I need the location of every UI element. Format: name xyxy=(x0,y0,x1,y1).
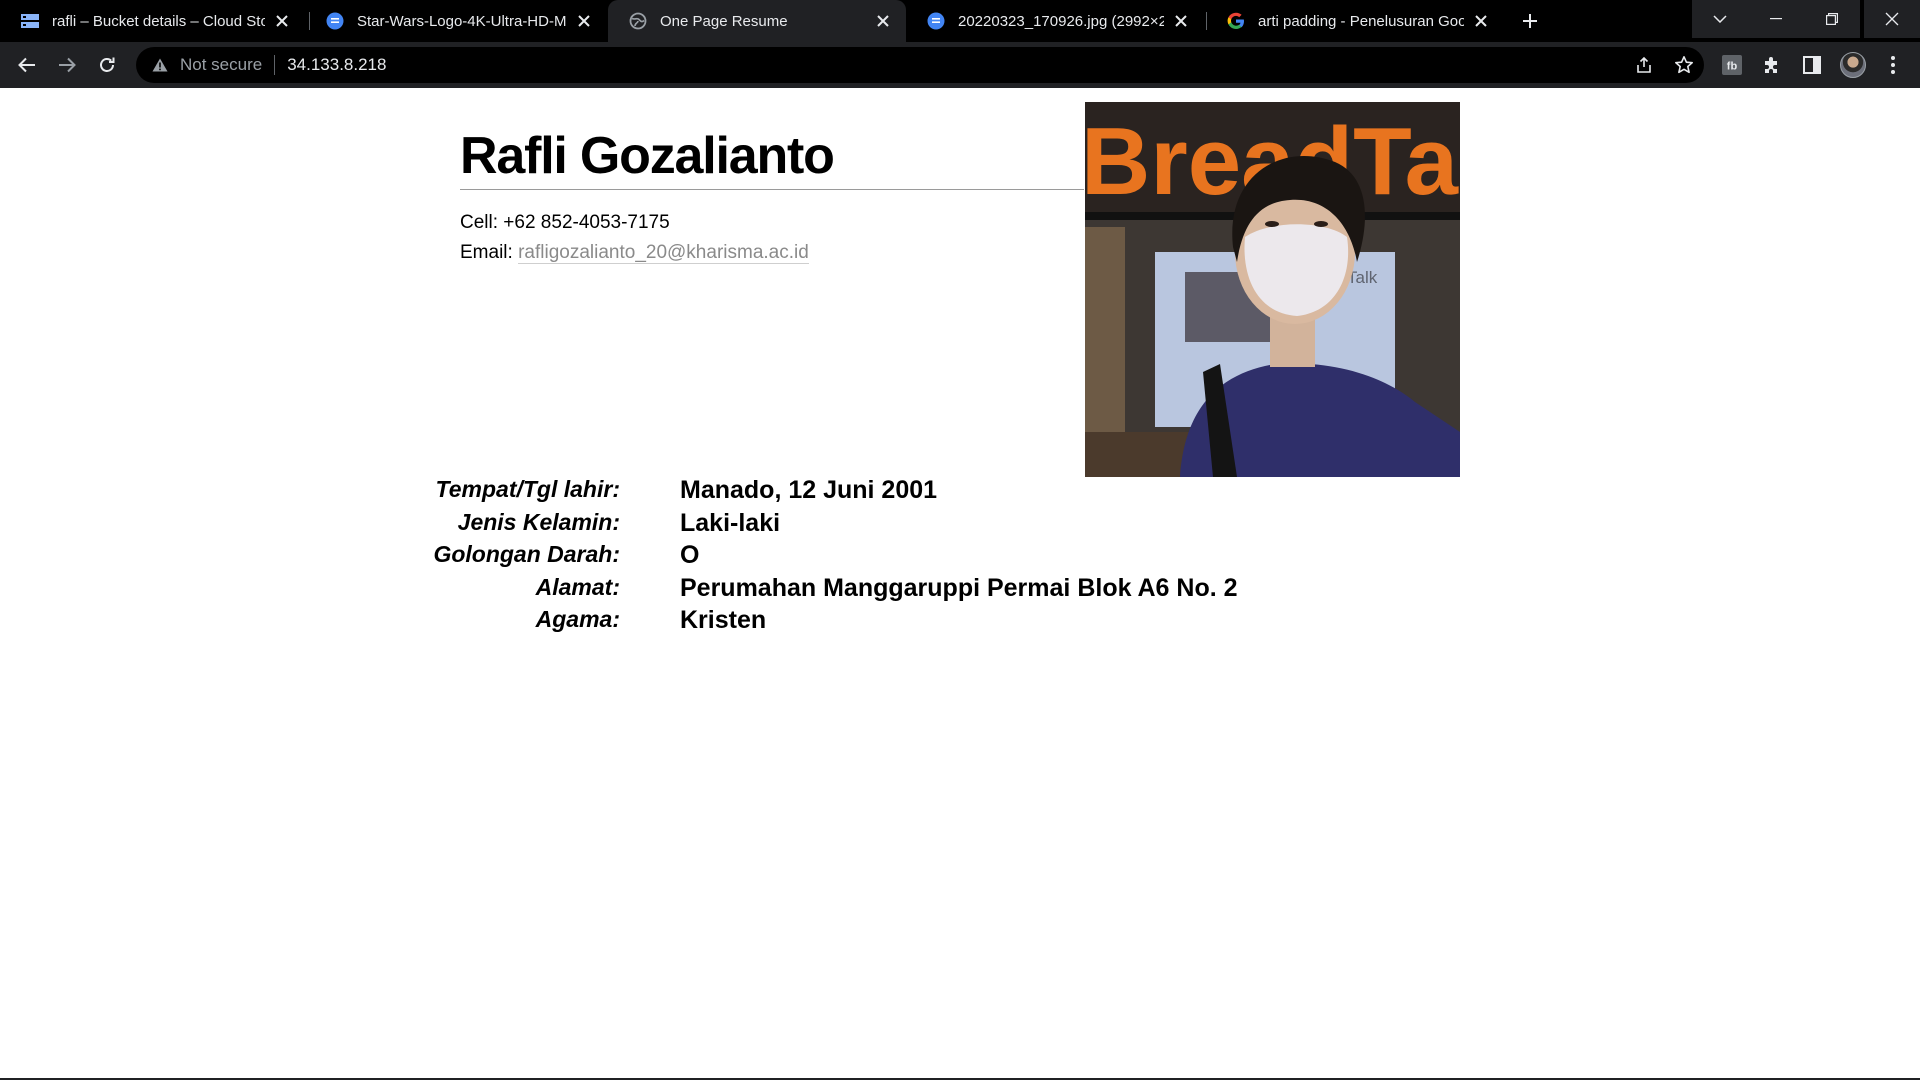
bookmark-star-icon[interactable] xyxy=(1664,47,1704,83)
restore-button[interactable] xyxy=(1804,0,1860,38)
tab-title: rafli – Bucket details – Cloud Stor xyxy=(52,12,265,30)
reload-button[interactable] xyxy=(92,50,122,80)
profile-photo: BreadTa Talk xyxy=(1085,102,1460,477)
plus-icon xyxy=(1523,14,1537,28)
omnibox-actions xyxy=(1624,47,1704,83)
security-status[interactable]: Not secure xyxy=(180,55,262,75)
minimize-icon xyxy=(1770,18,1782,20)
detail-label: Alamat: xyxy=(535,573,620,600)
close-tab-icon[interactable] xyxy=(271,10,293,32)
resume-page: Rafli Gozalianto Cell: +62 852-4053-7175… xyxy=(0,88,1920,1080)
arrow-right-icon xyxy=(59,57,76,73)
new-tab-button[interactable] xyxy=(1515,6,1545,36)
detail-label: Tempat/Tgl lahir: xyxy=(435,476,620,502)
close-tab-icon[interactable] xyxy=(1170,10,1192,32)
close-window-button[interactable] xyxy=(1864,0,1920,38)
close-tab-icon[interactable] xyxy=(872,10,894,32)
arrow-left-icon xyxy=(18,57,35,73)
cloud-storage-icon xyxy=(20,11,40,31)
detail-value: O xyxy=(680,541,700,569)
detail-value: Perumahan Manggaruppi Permai Blok A6 No.… xyxy=(680,573,1238,602)
title-divider xyxy=(460,189,1084,190)
browser-toolbar: Not secure 34.133.8.218 fb xyxy=(0,42,1920,88)
contact-email: Email: rafligozalianto_20@kharisma.ac.id xyxy=(460,242,809,264)
tab-title: 20220323_170926.jpg (2992×299 xyxy=(958,12,1164,30)
tab-cloud-storage[interactable]: rafli – Bucket details – Cloud Stor xyxy=(0,0,305,42)
tab-one-page-resume[interactable]: One Page Resume xyxy=(608,0,906,42)
close-icon xyxy=(1885,12,1899,26)
chevron-down-icon xyxy=(1713,15,1727,23)
close-tab-icon[interactable] xyxy=(573,10,595,32)
address-divider xyxy=(274,55,276,75)
reload-icon xyxy=(100,57,115,72)
url-text[interactable]: 34.133.8.218 xyxy=(287,55,386,75)
svg-text:fb: fb xyxy=(1727,61,1738,73)
email-link[interactable]: rafligozalianto_20@kharisma.ac.id xyxy=(518,242,809,264)
tab-title: arti padding - Penelusuran Googl xyxy=(1258,12,1464,30)
detail-value: Laki-laki xyxy=(680,508,781,537)
minimize-button[interactable] xyxy=(1748,0,1804,38)
detail-label: Golongan Darah: xyxy=(433,541,620,567)
back-button[interactable] xyxy=(12,50,42,80)
detail-value: Kristen xyxy=(680,606,767,634)
detail-value: Manado, 12 Juni 2001 xyxy=(680,476,938,504)
tab-title: One Page Resume xyxy=(660,12,788,30)
restore-icon xyxy=(1826,13,1838,25)
forward-button[interactable] xyxy=(52,50,82,80)
cell-label: Cell: xyxy=(460,212,499,233)
menu-kebab-icon[interactable] xyxy=(1878,50,1908,80)
close-tab-icon[interactable] xyxy=(1470,10,1492,32)
detail-label: Jenis Kelamin: xyxy=(457,508,620,535)
tab-title: Star-Wars-Logo-4K-Ultra-HD-Mo xyxy=(357,12,567,30)
tab-strip: rafli – Bucket details – Cloud Stor Star… xyxy=(0,0,1920,42)
profile-avatar[interactable] xyxy=(1838,50,1868,80)
tab-star-wars-logo[interactable]: Star-Wars-Logo-4K-Ultra-HD-Mo xyxy=(305,0,607,42)
share-icon[interactable] xyxy=(1624,47,1664,83)
globe-icon xyxy=(628,11,648,31)
extensions-puzzle-icon[interactable] xyxy=(1757,50,1787,80)
detail-label: Agama: xyxy=(535,606,620,632)
email-label: Email: xyxy=(460,242,513,263)
page-title: Rafli Gozalianto xyxy=(460,127,835,185)
tab-jpg-image[interactable]: 20220323_170926.jpg (2992×299 xyxy=(906,0,1204,42)
address-bar[interactable]: Not secure 34.133.8.218 xyxy=(136,47,1704,83)
tab-search-button[interactable] xyxy=(1692,0,1748,38)
cell-value: +62 852-4053-7175 xyxy=(503,212,670,233)
side-panel-icon[interactable] xyxy=(1797,50,1827,80)
google-icon xyxy=(1226,11,1246,31)
tab-google-search[interactable]: arti padding - Penelusuran Googl xyxy=(1206,0,1504,42)
file-icon xyxy=(325,11,345,31)
contact-cell: Cell: +62 852-4053-7175 xyxy=(460,212,670,234)
avatar xyxy=(1840,52,1866,78)
file-icon xyxy=(926,11,946,31)
warning-icon[interactable] xyxy=(150,55,170,75)
extension-fb-icon[interactable]: fb xyxy=(1717,50,1747,80)
